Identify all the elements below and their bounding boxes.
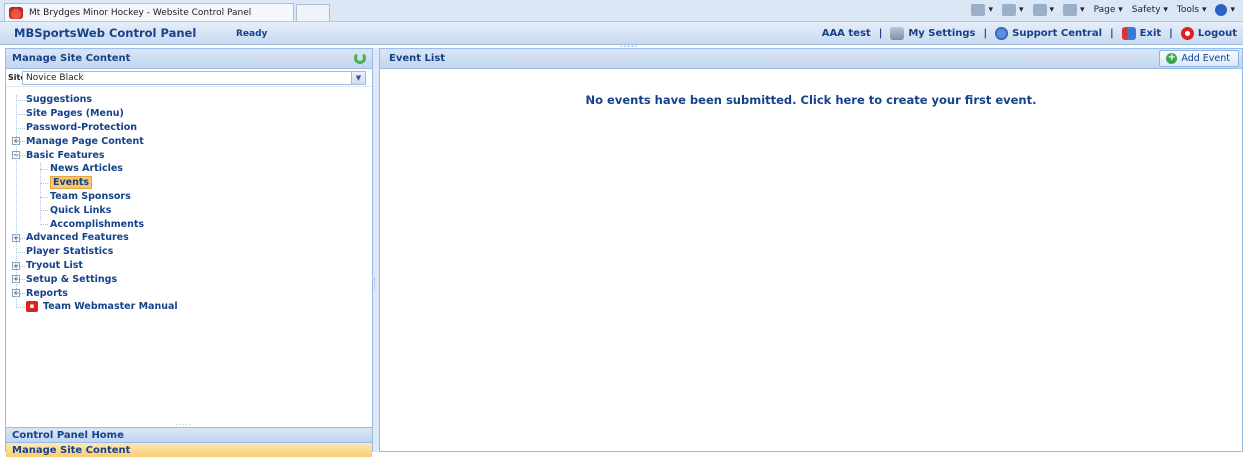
browser-tab[interactable]: Mt Brydges Minor Hockey - Website Contro… xyxy=(4,3,294,21)
browser-tab-title: Mt Brydges Minor Hockey - Website Contro… xyxy=(29,7,252,18)
site-label: Site: xyxy=(8,73,29,82)
tree-item[interactable]: Suggestions xyxy=(6,93,372,107)
event-list-header: ····· Event List + Add Event xyxy=(380,43,1242,69)
tree-item[interactable]: − Basic Features xyxy=(6,148,372,162)
add-event-button[interactable]: + Add Event xyxy=(1159,50,1239,67)
add-icon: + xyxy=(1166,52,1178,64)
feeds-icon xyxy=(1001,4,1016,16)
support-central-link[interactable]: Support Central xyxy=(995,27,1102,40)
site-select[interactable]: Novice Black ▼ xyxy=(22,70,366,85)
browser-tab-bar: Mt Brydges Minor Hockey - Website Contro… xyxy=(0,0,1243,22)
manage-site-content-label: Manage Site Content xyxy=(12,445,131,456)
west-panel-title: Manage Site Content xyxy=(12,53,131,64)
tree-item-label: Team Sponsors xyxy=(50,190,131,202)
tree-item-label: Team Webmaster Manual xyxy=(43,301,178,313)
safety-menu[interactable]: Safety ▾ xyxy=(1132,5,1168,15)
exit-icon xyxy=(1121,27,1136,40)
tree-item-label: Tryout List xyxy=(26,259,83,271)
manage-site-content-tab[interactable]: Manage Site Content xyxy=(6,442,372,457)
logout-label: Logout xyxy=(1197,28,1237,39)
tree-item[interactable]: News Articles xyxy=(6,162,372,176)
mail-button[interactable]: ▾ xyxy=(1032,4,1054,16)
add-event-label: Add Event xyxy=(1181,53,1230,64)
support-icon xyxy=(995,27,1009,40)
help-button[interactable]: ▾ xyxy=(1215,4,1235,16)
tools-menu[interactable]: Tools ▾ xyxy=(1177,5,1207,15)
status-text: Ready xyxy=(236,29,268,39)
page-menu[interactable]: Page ▾ xyxy=(1094,5,1123,15)
control-panel-home-label: Control Panel Home xyxy=(12,430,124,441)
tree-item-label: News Articles xyxy=(50,163,123,175)
site-select-value: Novice Black xyxy=(26,72,84,83)
chevron-down-icon[interactable]: ▼ xyxy=(351,71,365,84)
event-list-panel: ····· Event List + Add Event No events h… xyxy=(379,43,1243,452)
tree-item-label: Site Pages (Menu) xyxy=(26,108,124,120)
logout-icon xyxy=(1180,27,1194,40)
content-tree: Suggestions Site Pages (Menu) Password-Pro… xyxy=(6,87,372,314)
tree-item-label: Basic Features xyxy=(26,149,105,161)
tree-item[interactable]: + Manage Page Content xyxy=(6,134,372,148)
tree-item[interactable]: + Tryout List xyxy=(6,259,372,273)
tree-item-label: Manage Page Content xyxy=(26,135,144,147)
tree-item[interactable]: Events xyxy=(6,176,372,190)
manage-site-content-panel: Manage Site Content Site: Novice Black ▼… xyxy=(5,48,373,457)
exit-label: Exit xyxy=(1139,28,1162,39)
print-button[interactable]: ▾ xyxy=(1063,4,1085,16)
tree-item[interactable]: Quick Links xyxy=(6,203,372,217)
tree-item-label: Advanced Features xyxy=(26,232,129,244)
mail-icon xyxy=(1032,4,1047,16)
site-selector-row: Site: Novice Black ▼ xyxy=(6,69,372,87)
site-favicon-icon xyxy=(9,6,23,19)
tree-item[interactable]: + Advanced Features xyxy=(6,231,372,245)
tree-item[interactable]: Team Sponsors xyxy=(6,190,372,204)
tree-item-label: Setup & Settings xyxy=(26,273,118,285)
pdf-icon: ▪ xyxy=(26,301,38,313)
tree-item-label: Player Statistics xyxy=(26,246,114,258)
tree-item-label: Quick Links xyxy=(50,204,112,216)
my-settings-label: My Settings xyxy=(908,28,976,39)
home-icon xyxy=(971,4,986,16)
tree-item[interactable]: + Reports xyxy=(6,286,372,300)
tree-item[interactable]: Accomplishments xyxy=(6,217,372,231)
tree-item-label: Suggestions xyxy=(26,94,93,106)
new-tab-button[interactable] xyxy=(296,4,330,21)
refresh-icon[interactable] xyxy=(354,52,366,64)
exit-link[interactable]: Exit xyxy=(1121,27,1162,40)
browser-command-bar: ▾ ▾ ▾ ▾ Page ▾ Safety ▾ Tools ▾ ▾ xyxy=(971,4,1235,16)
home-button[interactable]: ▾ xyxy=(971,4,993,16)
tree-item[interactable]: Site Pages (Menu) xyxy=(6,107,372,121)
tree-item-label: Password-Protection xyxy=(26,121,138,133)
app-title: MBSportsWeb Control Panel xyxy=(14,26,197,40)
my-settings-link[interactable]: My Settings xyxy=(890,27,976,40)
logout-link[interactable]: Logout xyxy=(1180,27,1237,40)
event-list-title: Event List xyxy=(389,53,446,64)
control-panel-home-tab[interactable]: Control Panel Home xyxy=(6,427,372,442)
west-panel-header: Manage Site Content xyxy=(6,49,372,69)
user-name: AAA test xyxy=(821,28,871,39)
tree-item[interactable]: Password-Protection xyxy=(6,121,372,135)
tree-item-label: Accomplishments xyxy=(50,218,145,230)
print-icon xyxy=(1063,4,1078,16)
tree-item-label: Events xyxy=(50,176,93,190)
settings-icon xyxy=(890,27,905,40)
feeds-button[interactable]: ▾ xyxy=(1001,4,1024,16)
tree-item[interactable]: Player Statistics xyxy=(6,245,372,259)
empty-events-message[interactable]: No events have been submitted. Click her… xyxy=(380,93,1242,107)
help-icon xyxy=(1215,4,1228,16)
top-links: AAA test | My Settings | Support Central… xyxy=(821,27,1237,40)
app-header: MBSportsWeb Control Panel Ready AAA test… xyxy=(0,22,1243,45)
tree-item-label: Reports xyxy=(26,287,68,299)
tree-item[interactable]: ▪ Team Webmaster Manual xyxy=(6,300,372,314)
tree-item[interactable]: + Setup & Settings xyxy=(6,272,372,286)
support-central-label: Support Central xyxy=(1012,28,1103,39)
